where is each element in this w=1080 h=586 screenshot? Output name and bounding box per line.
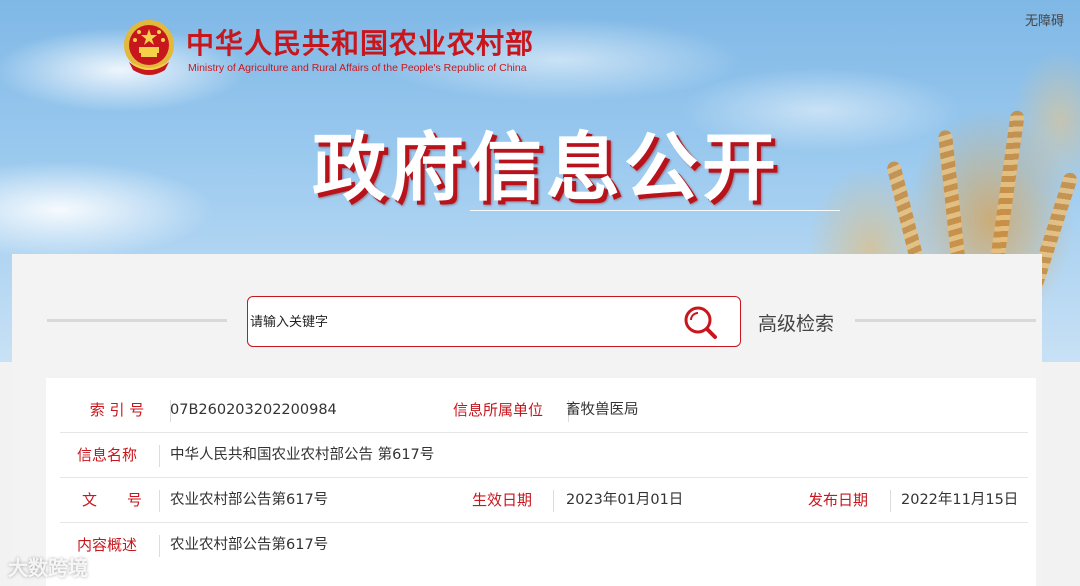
unit-value: 畜牧兽医局 [566,402,639,418]
index-value: 07B260203202200984 [170,402,337,418]
table-row: 信息名称 中华人民共和国农业农村部公告 第617号 [60,433,1028,478]
table-row: 文 号 农业农村部公告第617号 生效日期 2023年01月01日 发布日期 2… [60,478,1028,523]
ministry-name-en: Ministry of Agriculture and Rural Affair… [188,62,527,74]
search-divider-right [855,319,1036,322]
unit-label: 信息所属单位 [452,401,543,419]
column-separator [159,535,160,557]
effective-date-value: 2023年01月01日 [566,492,684,508]
page-title: 政府信息公开 [312,125,780,211]
title-underline [470,210,840,211]
search-divider-left [47,319,227,322]
column-separator [159,445,160,467]
summary-value: 农业农村部公告第617号 [170,537,329,553]
index-label: 索 引 号 [89,401,145,419]
column-separator [890,490,891,512]
column-separator [159,490,160,512]
search-input[interactable] [250,307,670,337]
publish-date-label: 发布日期 [807,491,868,509]
table-row: 索 引 号 07B260203202200984 信息所属单位 畜牧兽医局 [60,388,1028,433]
publish-date-value: 2022年11月15日 [901,492,1019,508]
effective-date-label: 生效日期 [471,491,532,509]
name-value: 中华人民共和国农业农村部公告 第617号 [170,447,435,463]
watermark: 大数跨境 [8,556,88,580]
info-table: 索 引 号 07B260203202200984 信息所属单位 畜牧兽医局 信息… [46,378,1036,586]
name-label: 信息名称 [76,446,137,464]
advanced-search-link[interactable]: 高级检索 [758,309,834,336]
national-emblem-icon [121,18,177,76]
column-separator [553,490,554,512]
doc-number-label: 文 号 [81,491,142,509]
search-icon[interactable] [682,304,718,340]
ministry-name-cn[interactable]: 中华人民共和国农业农村部 [186,22,534,62]
table-row: 内容概述 农业农村部公告第617号 [60,523,1028,568]
accessibility-link[interactable]: 无障碍 [1025,10,1064,29]
doc-number-value: 农业农村部公告第617号 [170,492,329,508]
search-box [247,296,741,347]
